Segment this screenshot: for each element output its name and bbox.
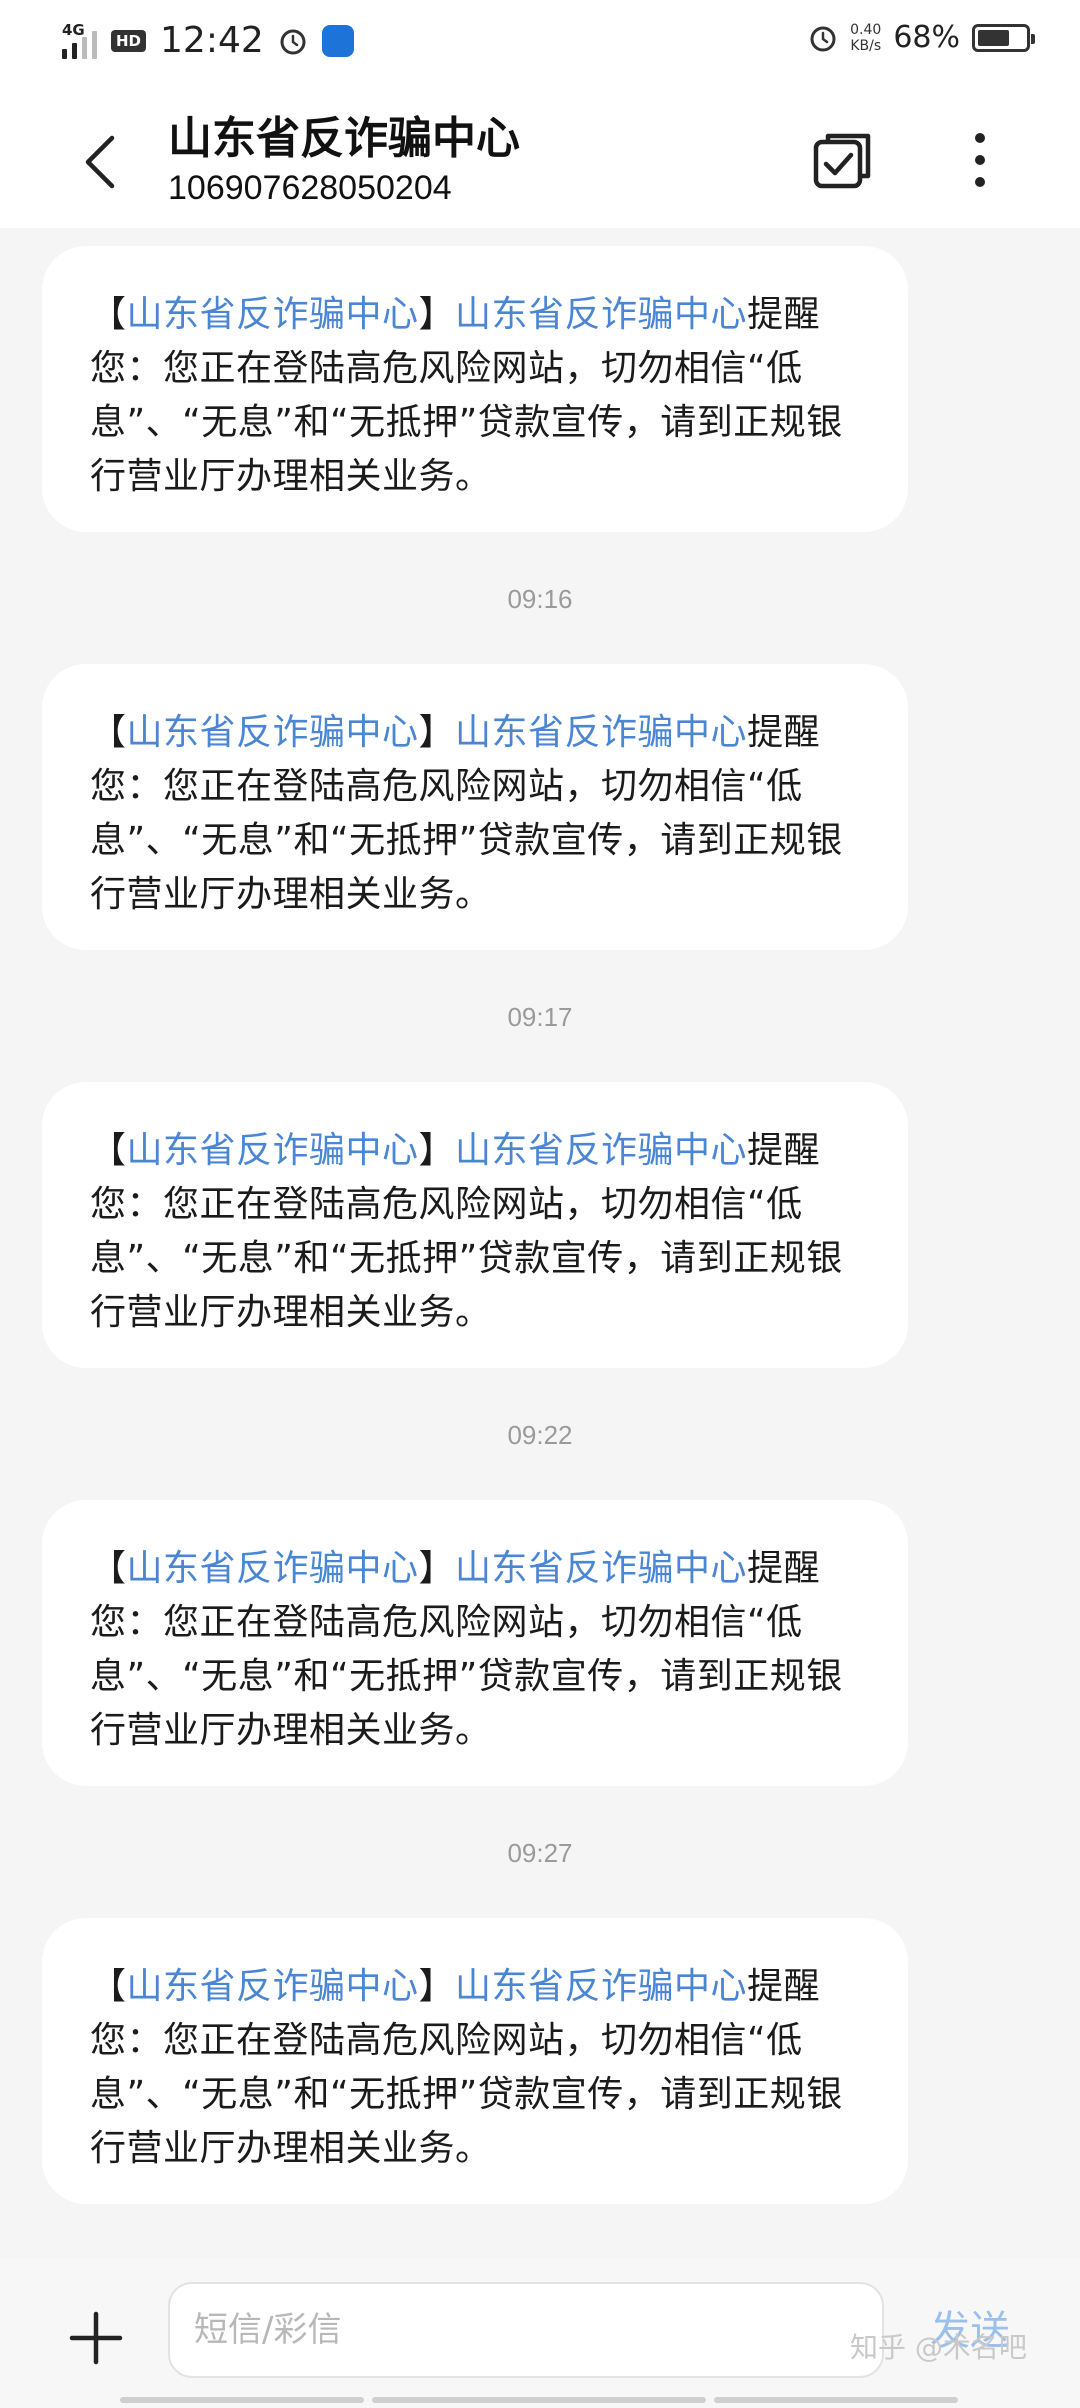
cellular-signal-icon: 4G — [62, 20, 97, 59]
network-speed: 0.40 KB/s — [850, 22, 881, 54]
plus-icon — [69, 2311, 123, 2365]
message-link[interactable]: 山东省反诈骗中心 — [127, 1548, 419, 1589]
message-bubble[interactable]: 【山东省反诈骗中心】山东省反诈骗中心提醒您：您正在登陆高危风险网站，切勿相信“低… — [42, 1918, 908, 2204]
alarm-clock-icon — [810, 26, 836, 51]
message-link[interactable]: 山东省反诈骗中心 — [455, 712, 747, 753]
message-timestamp: 09:27 — [507, 1838, 573, 1868]
select-messages-button[interactable] — [802, 120, 882, 200]
message-timestamp: 09:22 — [507, 1420, 573, 1450]
message-link[interactable]: 山东省反诈骗中心 — [127, 294, 419, 335]
message-link[interactable]: 山东省反诈骗中心 — [455, 1548, 747, 1589]
back-button[interactable] — [70, 122, 130, 202]
message-list[interactable]: 【山东省反诈骗中心】山东省反诈骗中心提醒您：您正在登陆高危风险网站，切勿相信“低… — [0, 228, 1080, 2258]
message-text: 【山东省反诈骗中心】山东省反诈骗中心提醒您：您正在登陆高危风险网站，切勿相信“低… — [90, 1130, 843, 1333]
message-text: 【山东省反诈骗中心】山东省反诈骗中心提醒您：您正在登陆高危风险网站，切勿相信“低… — [90, 294, 843, 497]
battery-percent: 68% — [893, 20, 960, 55]
message-timestamp: 09:17 — [507, 1002, 573, 1032]
watermark: 知乎 @术名吧 — [850, 2331, 1027, 2364]
nav-indicator — [714, 2397, 958, 2403]
message-input[interactable] — [168, 2282, 884, 2378]
battery-icon — [972, 23, 1035, 52]
network-type: 4G — [62, 20, 85, 39]
more-options-button[interactable] — [940, 120, 1020, 200]
checkbox-select-icon — [813, 133, 871, 189]
message-text: 【山东省反诈骗中心】山东省反诈骗中心提醒您：您正在登陆高危风险网站，切勿相信“低… — [90, 1548, 843, 1751]
contact-info: 山东省反诈骗中心 106907628050204 — [168, 112, 520, 210]
message-text: 【山东省反诈骗中心】山东省反诈骗中心提醒您：您正在登陆高危风险网站，切勿相信“低… — [90, 1966, 843, 2169]
message-link[interactable]: 山东省反诈骗中心 — [455, 1966, 747, 2007]
message-bubble[interactable]: 【山东省反诈骗中心】山东省反诈骗中心提醒您：您正在登陆高危风险网站，切勿相信“低… — [42, 1082, 908, 1368]
message-bubble[interactable]: 【山东省反诈骗中心】山东省反诈骗中心提醒您：您正在登陆高危风险网站，切勿相信“低… — [42, 246, 908, 532]
alarm-clock-icon — [280, 29, 306, 54]
message-link[interactable]: 山东省反诈骗中心 — [455, 294, 747, 335]
add-attachment-button[interactable] — [56, 2298, 136, 2378]
status-left: 4G HD 12:42 — [62, 20, 354, 61]
status-bar: 4G HD 12:42 0.40 KB/s 68% — [0, 0, 1080, 84]
nav-indicator — [120, 2397, 364, 2403]
message-link[interactable]: 山东省反诈骗中心 — [127, 1130, 419, 1171]
message-text: 【山东省反诈骗中心】山东省反诈骗中心提醒您：您正在登陆高危风险网站，切勿相信“低… — [90, 712, 843, 915]
message-link[interactable]: 山东省反诈骗中心 — [455, 1130, 747, 1171]
contact-number: 106907628050204 — [168, 169, 452, 207]
nav-indicator — [372, 2397, 706, 2403]
hd-voice-badge: HD — [111, 29, 147, 52]
more-vertical-icon — [975, 133, 985, 187]
message-link[interactable]: 山东省反诈骗中心 — [127, 1966, 419, 2007]
back-arrow-icon — [85, 135, 115, 189]
message-timestamp: 09:16 — [507, 584, 573, 614]
network-speed-value: 0.40 — [850, 21, 882, 38]
message-bubble[interactable]: 【山东省反诈骗中心】山东省反诈骗中心提醒您：您正在登陆高危风险网站，切勿相信“低… — [42, 1500, 908, 1786]
message-link[interactable]: 山东省反诈骗中心 — [127, 712, 419, 753]
app-notification-icon — [321, 24, 354, 57]
network-speed-unit: KB/s — [850, 37, 882, 54]
status-right: 0.40 KB/s 68% — [808, 20, 1035, 55]
conversation-header: 山东省反诈骗中心 106907628050204 — [0, 84, 1080, 228]
contact-name: 山东省反诈骗中心 — [168, 113, 520, 164]
status-time: 12:42 — [160, 20, 264, 61]
battery-level-fill — [978, 29, 1010, 46]
message-bubble[interactable]: 【山东省反诈骗中心】山东省反诈骗中心提醒您：您正在登陆高危风险网站，切勿相信“低… — [42, 664, 908, 950]
